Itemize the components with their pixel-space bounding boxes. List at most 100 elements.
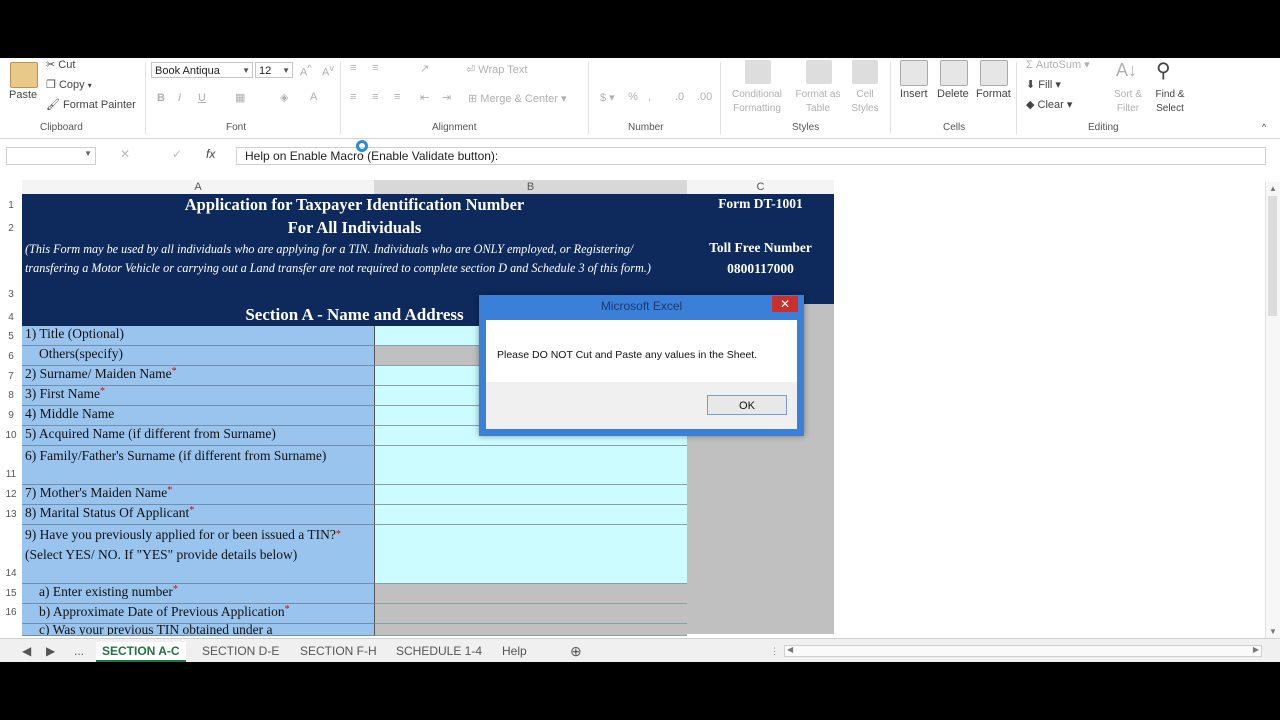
- row-number[interactable]: 4: [0, 312, 22, 323]
- others-specify-label[interactable]: Others(specify): [22, 346, 374, 366]
- conditional-formatting-icon[interactable]: [745, 60, 771, 84]
- align-top-icon[interactable]: ≡: [350, 62, 356, 74]
- previous-tin-obtained-input[interactable]: [374, 624, 687, 636]
- name-box[interactable]: ▼: [6, 147, 96, 165]
- row-number[interactable]: 3: [0, 289, 22, 300]
- row-number[interactable]: 15: [0, 588, 22, 599]
- underline-button[interactable]: U: [198, 92, 206, 104]
- row-number[interactable]: 6: [0, 351, 22, 362]
- conditional-formatting-button[interactable]: Conditional Formatting: [726, 88, 788, 116]
- collapse-ribbon-icon[interactable]: ^: [1262, 122, 1266, 132]
- currency-icon[interactable]: $ ▾: [600, 91, 615, 104]
- align-left-icon[interactable]: ≡: [350, 91, 356, 103]
- paste-button[interactable]: Paste: [9, 89, 37, 101]
- decrease-indent-icon[interactable]: ⇤: [420, 91, 429, 104]
- find-select-button[interactable]: Find & Select: [1148, 88, 1192, 116]
- comma-icon[interactable]: ,: [648, 91, 651, 103]
- format-icon[interactable]: [980, 60, 1008, 86]
- clear-button[interactable]: ◆ Clear ▾: [1026, 98, 1072, 111]
- format-button[interactable]: Format: [976, 88, 1011, 100]
- previous-tin-obtained-label[interactable]: c) Was your previous TIN obtained under …: [22, 624, 374, 636]
- scroll-right-icon[interactable]: ▶: [1253, 645, 1259, 654]
- row-number[interactable]: 2: [0, 223, 22, 234]
- borders-icon[interactable]: ▦: [235, 91, 245, 104]
- row-number[interactable]: 14: [0, 568, 22, 579]
- tab-section-a-c[interactable]: SECTION A-C: [96, 642, 186, 662]
- italic-button[interactable]: I: [178, 92, 181, 104]
- previous-application-date-label[interactable]: b) Approximate Date of Previous Applicat…: [22, 604, 374, 624]
- row-number[interactable]: 9: [0, 410, 22, 421]
- orientation-icon[interactable]: ↗: [420, 62, 429, 75]
- title-label[interactable]: 1) Title (Optional): [22, 326, 374, 346]
- surname-label[interactable]: 2) Surname/ Maiden Name*: [22, 366, 374, 386]
- format-as-table-icon[interactable]: [806, 60, 832, 84]
- tab-section-d-e[interactable]: SECTION D-E: [196, 642, 285, 660]
- tab-section-f-h[interactable]: SECTION F-H: [294, 642, 383, 660]
- increase-decimal-icon[interactable]: .0: [675, 91, 684, 103]
- tab-scroll-left-icon[interactable]: ◀: [16, 642, 37, 660]
- middle-name-label[interactable]: 4) Middle Name: [22, 406, 374, 426]
- format-as-table-button[interactable]: Format as Table: [790, 88, 846, 116]
- horizontal-scrollbar[interactable]: ◀ ▶: [784, 645, 1262, 657]
- cell-styles-icon[interactable]: [852, 60, 878, 84]
- tab-more[interactable]: ...: [68, 642, 90, 660]
- row-number[interactable]: 10: [0, 430, 22, 441]
- add-sheet-icon[interactable]: ⊕: [564, 642, 588, 660]
- column-header-c[interactable]: C: [687, 180, 834, 194]
- font-name-combo[interactable]: Book Antiqua ▼: [151, 62, 253, 78]
- previous-tin-input[interactable]: [374, 525, 687, 584]
- font-size-combo[interactable]: 12 ▼: [255, 62, 293, 78]
- delete-icon[interactable]: [940, 60, 968, 86]
- scroll-up-icon[interactable]: ▲: [1269, 184, 1277, 193]
- binoculars-icon[interactable]: ⚲: [1156, 58, 1171, 83]
- tab-scroll-right-icon[interactable]: ▶: [40, 642, 61, 660]
- acquired-name-label[interactable]: 5) Acquired Name (if different from Surn…: [22, 426, 374, 446]
- ok-button[interactable]: OK: [707, 395, 787, 415]
- tab-schedule-1-4[interactable]: SCHEDULE 1-4: [390, 642, 488, 660]
- marital-status-label[interactable]: 8) Marital Status Of Applicant*: [22, 505, 374, 525]
- row-number[interactable]: 13: [0, 509, 22, 520]
- close-icon[interactable]: ✕: [772, 296, 798, 312]
- font-color-icon[interactable]: A: [310, 91, 317, 103]
- insert-button[interactable]: Insert: [900, 88, 928, 100]
- grow-font-icon[interactable]: A^: [300, 63, 312, 79]
- sort-filter-icon[interactable]: A↓: [1116, 60, 1137, 81]
- row-number[interactable]: 1: [0, 200, 22, 211]
- fill-button[interactable]: ⬇ Fill ▾: [1026, 78, 1061, 91]
- merge-center-button[interactable]: ⊞ Merge & Center ▾: [468, 92, 567, 105]
- first-name-label[interactable]: 3) First Name*: [22, 386, 374, 406]
- cancel-icon[interactable]: ✕: [120, 147, 130, 161]
- mothers-maiden-name-label[interactable]: 7) Mother's Maiden Name*: [22, 485, 374, 505]
- existing-number-label[interactable]: a) Enter existing number*: [22, 584, 374, 604]
- delete-button[interactable]: Delete: [937, 88, 969, 100]
- insert-icon[interactable]: [900, 60, 928, 86]
- existing-number-input[interactable]: [374, 584, 687, 604]
- cut-button[interactable]: ✂ Cut: [46, 58, 75, 71]
- family-surname-input[interactable]: [374, 446, 687, 485]
- column-header-a[interactable]: A: [22, 180, 374, 194]
- previous-tin-label[interactable]: 9) Have you previously applied for or be…: [22, 525, 374, 584]
- wrap-text-button[interactable]: ⏎ Wrap Text: [466, 63, 527, 76]
- align-right-icon[interactable]: ≡: [394, 91, 400, 103]
- enter-icon[interactable]: ✓: [172, 147, 182, 161]
- insert-function-button[interactable]: fx: [206, 147, 215, 161]
- fill-color-icon[interactable]: ◈: [280, 91, 288, 104]
- scroll-thumb[interactable]: [1268, 196, 1277, 316]
- percent-icon[interactable]: %: [628, 91, 638, 103]
- row-number[interactable]: 16: [0, 607, 22, 618]
- shrink-font-icon[interactable]: Av: [322, 63, 334, 79]
- formula-input[interactable]: Help on Enable Macro (Enable Validate bu…: [236, 147, 1266, 165]
- column-header-b[interactable]: B: [374, 180, 687, 194]
- mothers-maiden-name-input[interactable]: [374, 485, 687, 505]
- autosum-button[interactable]: Σ AutoSum ▾: [1026, 58, 1090, 71]
- cell-styles-button[interactable]: Cell Styles: [846, 88, 884, 116]
- paste-icon[interactable]: [10, 62, 38, 88]
- row-number[interactable]: 5: [0, 331, 22, 342]
- row-number[interactable]: 8: [0, 390, 22, 401]
- scroll-left-icon[interactable]: ◀: [787, 645, 793, 654]
- row-number[interactable]: 11: [0, 469, 22, 480]
- decrease-decimal-icon[interactable]: .00: [697, 91, 712, 103]
- row-number[interactable]: 12: [0, 489, 22, 500]
- marital-status-input[interactable]: [374, 505, 687, 525]
- align-middle-icon[interactable]: ≡: [372, 62, 378, 74]
